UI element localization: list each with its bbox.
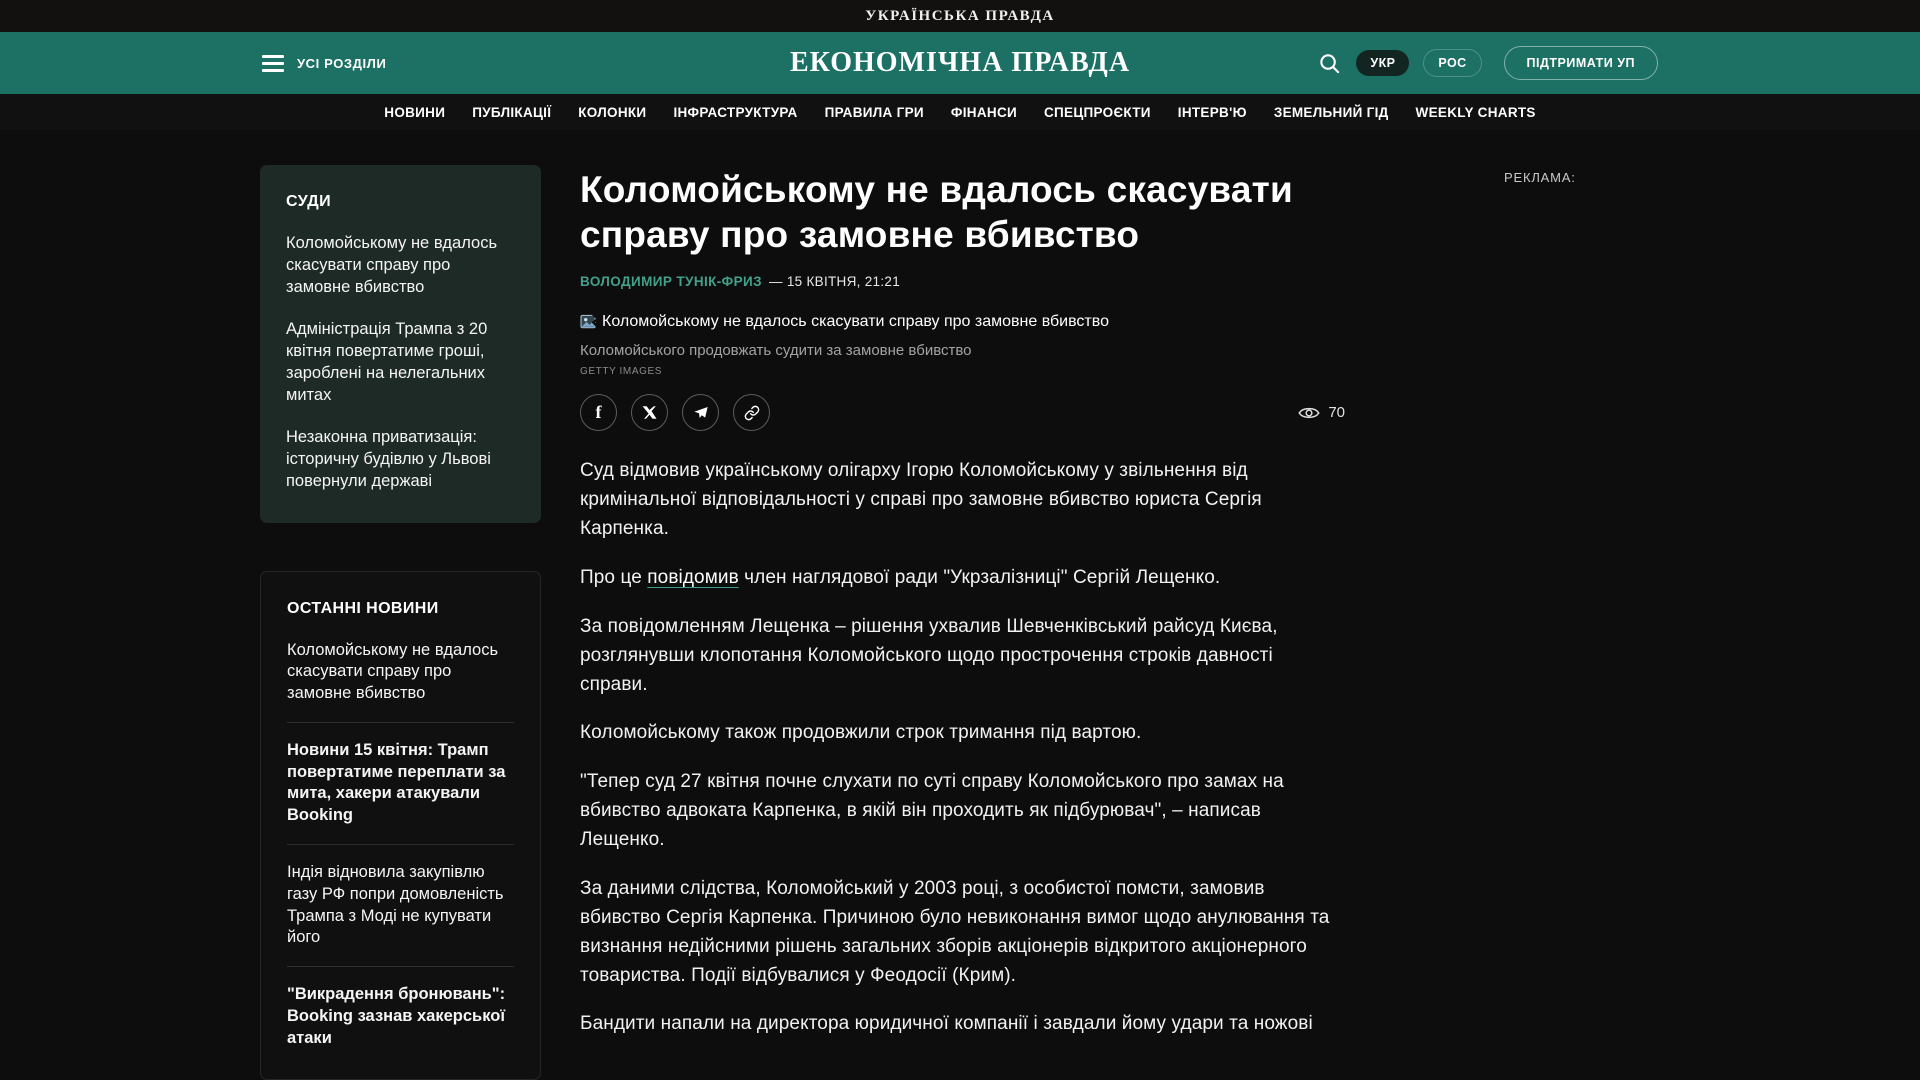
top-bar: УКРАЇНСЬКА ПРАВДА	[0, 0, 1920, 32]
main-nav: НОВИНИ ПУБЛІКАЦІЇ КОЛОНКИ ІНФРАСТРУКТУРА…	[0, 94, 1920, 130]
image-alt-text: Коломойському не вдалось скасувати справ…	[602, 313, 1109, 331]
social-share-row: f 70	[580, 394, 1345, 431]
nav-item-kolonky[interactable]: КОЛОНКИ	[578, 105, 646, 120]
x-icon	[642, 405, 657, 420]
article-title: Коломойському не вдалось скасувати справ…	[580, 167, 1345, 257]
facebook-icon: f	[596, 402, 602, 423]
header-right-group: УКР РОС ПІДТРИМАТИ УП	[1316, 46, 1658, 80]
eye-icon	[1298, 405, 1320, 421]
image-credit: GETTY IMAGES	[580, 366, 1345, 377]
nav-item-publikatsii[interactable]: ПУБЛІКАЦІЇ	[472, 105, 551, 120]
latest-news-item[interactable]: Коломойському не вдалось скасувати справ…	[287, 640, 514, 705]
divider	[287, 966, 514, 967]
article-main: Коломойському не вдалось скасувати справ…	[580, 167, 1345, 1059]
share-telegram-button[interactable]	[682, 394, 719, 431]
topic-item[interactable]: Коломойському не вдалось скасувати справ…	[286, 233, 515, 298]
nav-item-interviu[interactable]: ІНТЕРВ'Ю	[1178, 105, 1247, 120]
nav-item-weekly-charts[interactable]: WEEKLY CHARTS	[1416, 105, 1536, 120]
article-paragraph: "Тепер суд 27 квітня почне слухати по су…	[580, 768, 1345, 855]
nav-item-finansy[interactable]: ФІНАНСИ	[951, 105, 1017, 120]
ekonomichna-pravda-logo[interactable]: ЕКОНОМІЧНА ПРАВДА	[790, 47, 1130, 79]
search-icon[interactable]	[1316, 50, 1342, 76]
latest-news-box: ОСТАННІ НОВИНИ Коломойському не вдалось …	[260, 571, 541, 1080]
latest-news-item[interactable]: "Викрадення бронювань": Booking зазнав х…	[287, 984, 514, 1049]
article-paragraph: Суд відмовив українському олігарху Ігорю…	[580, 457, 1345, 544]
nav-item-infrastruktura[interactable]: ІНФРАСТРУКТУРА	[673, 105, 797, 120]
topic-item[interactable]: Незаконна приватизація: історичну будівл…	[286, 427, 515, 492]
byline: ВОЛОДИМИР ТУНІК-ФРИЗ — 15 КВІТНЯ, 21:21	[580, 274, 1345, 289]
latest-news-title: ОСТАННІ НОВИНИ	[287, 600, 514, 618]
topic-item[interactable]: Адміністрація Трампа з 20 квітня поверта…	[286, 319, 515, 406]
divider	[287, 722, 514, 723]
ukrainska-pravda-logo[interactable]: УКРАЇНСЬКА ПРАВДА	[865, 8, 1055, 25]
latest-news-item[interactable]: Індія відновила закупівлю газу РФ попри …	[287, 862, 514, 949]
topic-box-title[interactable]: СУДИ	[286, 193, 515, 211]
latest-news-item[interactable]: Новини 15 квітня: Трамп повертатиме пере…	[287, 740, 514, 827]
topic-box-sudy: СУДИ Коломойському не вдалось скасувати …	[260, 165, 541, 523]
share-x-button[interactable]	[631, 394, 668, 431]
nav-item-zemelnyi-hid[interactable]: ЗЕМЕЛЬНИЙ ГІД	[1274, 105, 1389, 120]
hamburger-icon	[262, 55, 284, 72]
nav-item-pravyla-hry[interactable]: ПРАВИЛА ГРИ	[825, 105, 924, 120]
link-icon	[744, 405, 760, 421]
povidomyv-link[interactable]: повідомив	[647, 567, 739, 588]
share-facebook-button[interactable]: f	[580, 394, 617, 431]
ad-label: РЕКЛАМА:	[1504, 170, 1576, 185]
view-counter: 70	[1298, 404, 1345, 421]
article-paragraph: Бандити напали на директора юридичної ко…	[580, 1010, 1345, 1039]
view-count: 70	[1328, 404, 1345, 421]
telegram-icon	[693, 405, 709, 421]
article-paragraph: Коломойському також продовжили строк три…	[580, 719, 1345, 748]
support-up-button[interactable]: ПІДТРИМАТИ УП	[1504, 46, 1659, 80]
site-header: УСІ РОЗДІЛИ ЕКОНОМІЧНА ПРАВДА УКР РОС ПІ…	[0, 32, 1920, 94]
article-paragraph: Про це повідомив член наглядової ради "У…	[580, 564, 1345, 593]
copy-link-button[interactable]	[733, 394, 770, 431]
byline-date: — 15 КВІТНЯ, 21:21	[769, 274, 900, 289]
all-sections-menu[interactable]: УСІ РОЗДІЛИ	[262, 55, 386, 72]
left-sidebar: СУДИ Коломойському не вдалось скасувати …	[260, 165, 541, 1080]
article-paragraph: За даними слідства, Коломойський у 2003 …	[580, 875, 1345, 991]
paragraph-text: член наглядової ради "Укрзалізниці" Серг…	[739, 567, 1220, 588]
nav-item-novyny[interactable]: НОВИНИ	[384, 105, 445, 120]
lang-toggle-ukr[interactable]: УКР	[1356, 50, 1409, 76]
byline-author[interactable]: ВОЛОДИМИР ТУНІК-ФРИЗ	[580, 274, 762, 289]
broken-image-row: Коломойському не вдалось скасувати справ…	[580, 313, 1345, 331]
paragraph-text: Про це	[580, 567, 647, 588]
image-caption: Коломойського продовжать судити за замов…	[580, 342, 1345, 359]
lang-toggle-ros[interactable]: РОС	[1423, 49, 1481, 77]
divider	[287, 844, 514, 845]
nav-item-spetsproekty[interactable]: СПЕЦПРОЄКТИ	[1044, 105, 1151, 120]
broken-image-icon	[580, 314, 599, 331]
all-sections-label: УСІ РОЗДІЛИ	[297, 56, 386, 71]
article-paragraph: За повідомленням Лещенка – рішення ухвал…	[580, 613, 1345, 700]
article-body: Суд відмовив українському олігарху Ігорю…	[580, 457, 1345, 1039]
